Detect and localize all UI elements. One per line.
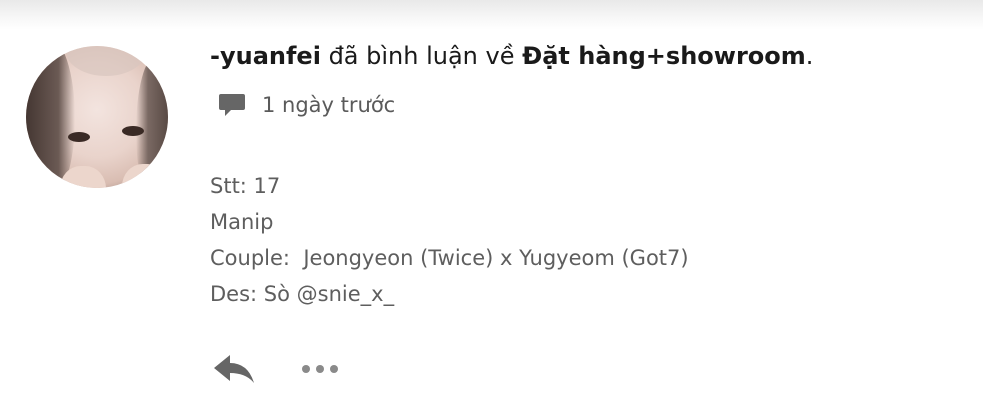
comment-time: 1 ngày trước [262,93,396,117]
username-link[interactable]: -yuanfei [210,42,321,70]
more-options-icon [302,365,310,373]
reply-button[interactable] [212,352,256,386]
reply-icon [214,355,254,383]
comment-line: Des: Sò @snie_x_ [210,282,395,306]
top-bar [0,0,983,30]
action-text: đã bình luận về [328,42,515,70]
post-title-link[interactable]: Đặt hàng+showroom [522,42,806,70]
comment-icon [219,94,245,116]
notification-headline: -yuanfei đã bình luận về Đặt hàng+showro… [210,42,813,70]
headline-period: . [805,42,814,70]
more-options-button[interactable] [302,359,342,379]
comment-actions [212,352,342,386]
comment-line: Stt: 17 [210,174,281,198]
comment-line: Couple: Jeongyeon (Twice) x Yugyeom (Got… [210,246,689,270]
comment-meta: 1 ngày trước [218,92,395,118]
comment-body: Stt: 17 Manip Couple: Jeongyeon (Twice) x … [210,168,689,312]
avatar[interactable] [26,46,168,188]
comment-line: Manip [210,210,274,234]
